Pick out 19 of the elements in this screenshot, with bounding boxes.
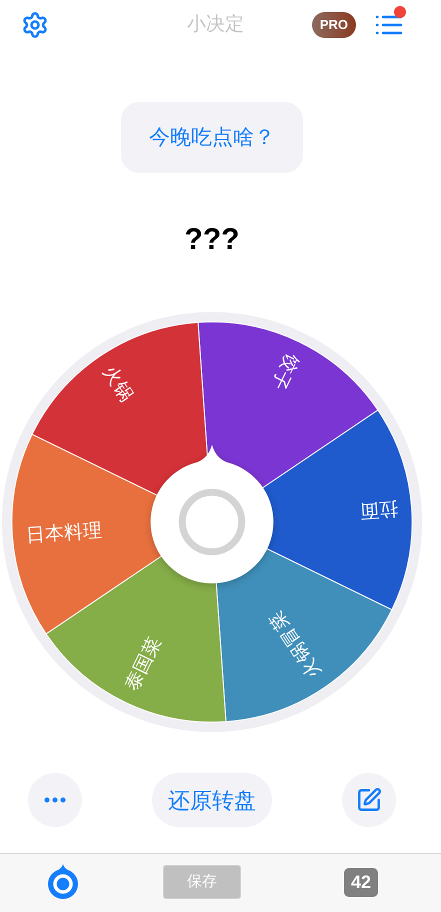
settings-icon[interactable] [21,11,49,39]
count-badge[interactable]: 42 [344,868,378,896]
result-text: ??? [184,222,240,258]
reset-wheel-button[interactable]: 还原转盘 [152,773,272,827]
app-title: 小决定 [186,12,244,37]
segment-label: 饺子 [268,350,304,394]
segment-label: 火锅 [99,362,138,405]
wheel-tab-icon[interactable] [46,864,80,900]
segment-label: 泰国菜 [120,634,165,694]
list-icon[interactable] [375,14,403,36]
spin-button[interactable] [150,444,274,584]
segment-label: 拉面 [359,498,399,522]
segment-label: 火锅冒菜 [264,608,325,682]
question-label[interactable]: 今晚吃点啥？ [121,102,303,173]
edit-icon [356,787,382,813]
segment-label: 日本料理 [25,519,103,546]
ellipsis-icon [44,797,66,803]
pro-badge[interactable]: PRO [312,12,356,38]
save-button[interactable]: 保存 [162,865,241,899]
